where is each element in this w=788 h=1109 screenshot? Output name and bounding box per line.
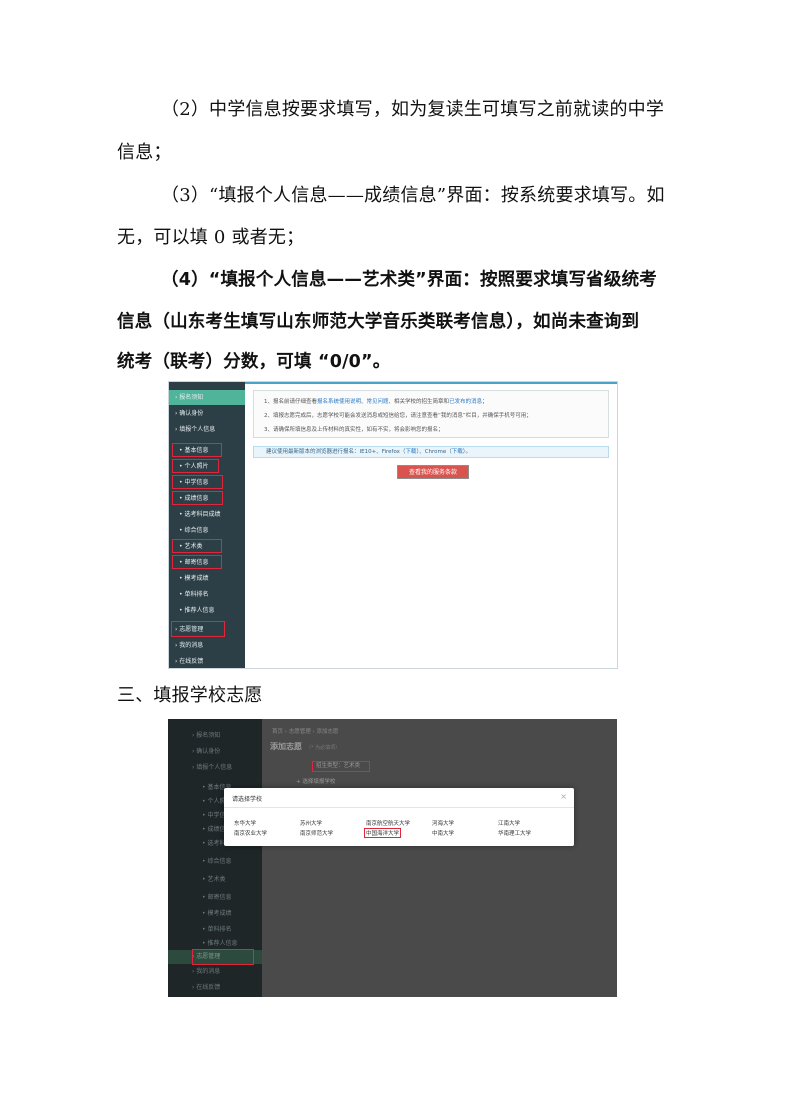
highlight-box	[171, 621, 225, 637]
manual-link[interactable]: 报名系统使用说明	[317, 399, 361, 405]
paragraph-2-line1: （2）中学信息按要求填写，如为复读生可填写之前就读的中学	[161, 99, 665, 120]
school-option[interactable]: 南京航空航天大学	[366, 819, 410, 827]
view-terms-button[interactable]: 查看我的服务条款	[397, 465, 469, 479]
published-messages-link[interactable]: 已发布的消息	[449, 399, 482, 405]
school-option[interactable]: 江南大学	[498, 819, 520, 827]
highlight-box	[172, 539, 222, 553]
sidebar-item-feedback[interactable]: › 在线反馈	[168, 981, 262, 995]
sidebar-item-messages[interactable]: › 我的消息	[169, 638, 245, 653]
modal-title: 请选择学校	[232, 796, 263, 803]
page-title-note: （* 为必填项）	[306, 745, 341, 751]
sidebar-item-subject-rank[interactable]: • 单科排名	[169, 587, 245, 602]
sidebar-item-subject-rank[interactable]: • 单科排名	[168, 923, 262, 937]
notice-line-3: 3、请确保所填信息及上传材料的真实性，如有不实，将会影响您的报名；	[264, 427, 444, 433]
school-option[interactable]: 南京师范大学	[300, 829, 333, 837]
school-option[interactable]: 苏州大学	[300, 819, 322, 827]
paragraph-2-line2: 信息；	[117, 142, 172, 163]
sidebar-item-general-info[interactable]: • 综合信息	[168, 855, 262, 869]
sidebar-item-general-info[interactable]: • 综合信息	[169, 523, 245, 538]
top-accent-bar	[245, 382, 617, 384]
school-option-selected[interactable]: 中国海洋大学	[364, 828, 402, 838]
sidebar-item-personal-info[interactable]: › 填报个人信息	[168, 761, 262, 775]
firefox-download-link[interactable]: 下载	[405, 449, 416, 455]
notice-line-1: 1、报名前请仔细查看报名系统使用说明、常见问题、相关学校的招生简章和已发布的消息…	[264, 399, 488, 405]
school-option[interactable]: 南京农业大学	[234, 829, 267, 837]
sidebar-item-arts[interactable]: • 艺术类	[168, 873, 262, 887]
sidebar-item-elective-grades[interactable]: • 选考科目成绩	[169, 507, 245, 522]
sidebar-item-confirm-identity[interactable]: › 确认身份	[168, 745, 262, 759]
paragraph-3-line1: （3）“填报个人信息——成绩信息”界面：按系统要求填写。如	[161, 185, 665, 206]
section-heading: 三、填报学校志愿	[117, 685, 263, 706]
screenshot-school-choice: › 报名须知 › 确认身份 › 填报个人信息 • 基本信息 • 个人照片 • 中…	[168, 719, 617, 997]
school-option[interactable]: 华南理工大学	[498, 829, 531, 837]
choose-school-link[interactable]: + 选择填报学校	[296, 777, 335, 785]
modal-divider	[224, 807, 574, 808]
sidebar-item-mock-exam[interactable]: • 模考成绩	[168, 907, 262, 921]
sidebar-item-notice[interactable]: › 报名须知	[168, 729, 262, 743]
sidebar-item-messages[interactable]: › 我的消息	[168, 965, 262, 979]
school-option[interactable]: 东华大学	[234, 819, 256, 827]
sidebar-item-referee[interactable]: • 推荐人信息	[169, 603, 245, 618]
paragraph-4-line3: 统考（联考）分数，可填 “0/0”。	[117, 352, 391, 372]
admission-type-select[interactable]: 招生类型：艺术类	[312, 761, 370, 772]
highlight-box	[172, 475, 223, 489]
highlight-box	[172, 443, 222, 457]
sidebar-item-notice[interactable]: › 报名须知	[169, 390, 245, 405]
notice-line-2: 2、填报志愿完成后，志愿学校可能会发送消息或短信给您，请注意查看“我的消息”栏目…	[264, 413, 532, 419]
highlight-box	[172, 459, 219, 473]
faq-link[interactable]: 常见问题	[367, 399, 389, 405]
page-title: 添加志愿 （* 为必填项）	[270, 742, 341, 751]
choose-school-modal: 请选择学校 × 东华大学 苏州大学 南京航空航天大学 河海大学 江南大学 南京农…	[224, 788, 574, 846]
highlight-box	[172, 491, 223, 505]
close-icon[interactable]: ×	[560, 792, 567, 801]
paragraph-4-line1: （4）“填报个人信息——艺术类”界面：按照要求填写省级统考	[161, 270, 657, 290]
paragraph-3-line2: 无，可以填 0 或者无；	[117, 227, 305, 248]
sidebar-item-personal-info[interactable]: › 填报个人信息	[169, 422, 245, 437]
browser-tip: 建议使用最新版本的浏览器进行报名：IE10+、Firefox（下载）、Chrom…	[253, 446, 609, 458]
paragraph-4-line2: 信息（山东考生填写山东师范大学音乐类联考信息），如尚未查询到	[117, 312, 640, 332]
school-option[interactable]: 河海大学	[432, 819, 454, 827]
highlight-box	[192, 949, 254, 965]
highlight-box	[172, 555, 222, 569]
notice-box: 1、报名前请仔细查看报名系统使用说明、常见问题、相关学校的招生简章和已发布的消息…	[253, 390, 609, 438]
sidebar-item-feedback[interactable]: › 在线反馈	[169, 654, 245, 668]
sidebar-item-mailing-info[interactable]: • 邮寄信息	[168, 891, 262, 905]
chrome-download-link[interactable]: 下载	[452, 449, 463, 455]
sidebar-item-mock-exam[interactable]: • 模考成绩	[169, 571, 245, 586]
school-option[interactable]: 中南大学	[432, 829, 454, 837]
screenshot-art-info: › 报名须知 › 确认身份 › 填报个人信息 • 基本信息 • 个人照片 • 中…	[168, 381, 618, 669]
breadcrumb: 首页 › 志愿管理 › 添加志愿	[272, 729, 339, 735]
sidebar-item-confirm-identity[interactable]: › 确认身份	[169, 406, 245, 421]
